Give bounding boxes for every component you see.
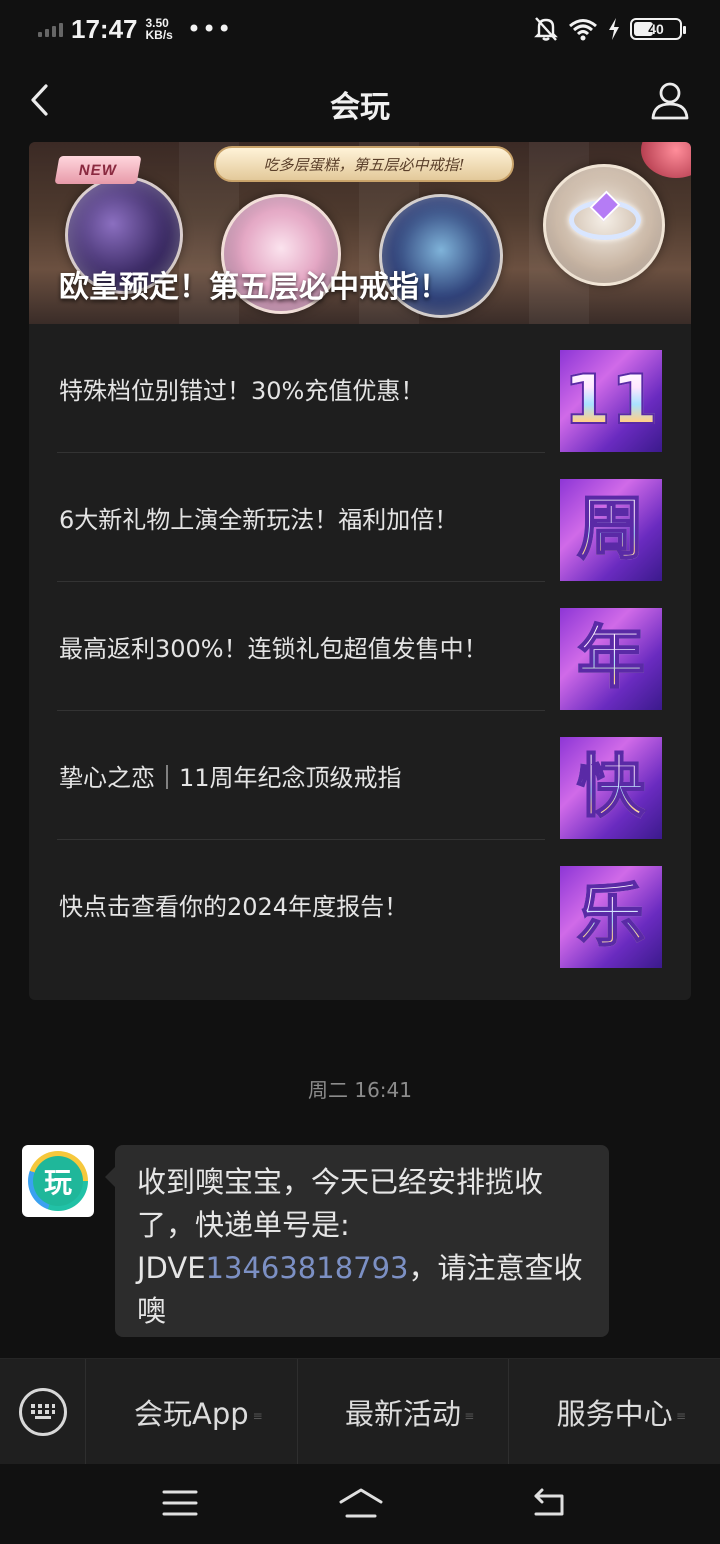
title-bar: 会玩	[0, 62, 720, 138]
submenu-icon: ≡	[464, 1408, 475, 1423]
back-nav-icon[interactable]	[530, 1486, 570, 1520]
banner-ribbon: 吃多层蛋糕，第五层必中戒指!	[214, 146, 514, 182]
submenu-icon: ≡	[675, 1408, 687, 1423]
tracking-number-link[interactable]: 13463818793	[206, 1251, 409, 1285]
message-line: 了，快递单号是:	[137, 1208, 350, 1242]
news-item-thumbnail: 周	[560, 479, 662, 581]
message-timestamp: 周二 16:41	[308, 1078, 412, 1102]
menu-item-latest-events[interactable]: 最新活动 ≡	[298, 1358, 510, 1465]
message-line: 噢	[137, 1294, 167, 1328]
profile-icon[interactable]	[648, 78, 692, 122]
network-speed: 3.50 KB/s	[145, 16, 173, 42]
news-item[interactable]: 挚心之恋｜11周年纪念顶级戒指 快	[29, 711, 691, 840]
status-bar: 17:47 3.50 KB/s ••• 40	[0, 0, 720, 58]
message-bubble[interactable]: 收到噢宝宝，今天已经安排揽收 了，快递单号是: JDVE13463818793，…	[105, 1145, 609, 1337]
news-item-thumbnail: 年	[560, 608, 662, 710]
system-nav-bar	[0, 1464, 720, 1544]
battery-level: 40	[648, 21, 664, 37]
news-item[interactable]: 6大新礼物上演全新玩法！福利加倍！ 周	[29, 453, 691, 582]
news-item[interactable]: 快点击查看你的2024年度报告！ 乐	[29, 840, 691, 969]
keyboard-icon	[18, 1387, 67, 1436]
news-item-title: 挚心之恋｜11周年纪念顶级戒指	[59, 764, 402, 792]
news-item[interactable]: 最高返利300%！连锁礼包超值发售中！ 年	[29, 582, 691, 711]
submenu-icon: ≡	[252, 1408, 263, 1423]
avatar-text: 玩	[33, 1156, 83, 1206]
more-notifications-icon: •••	[186, 15, 233, 43]
news-item-title: 快点击查看你的2024年度报告！	[59, 893, 409, 921]
menu-item-service-center[interactable]: 服务中心 ≡	[509, 1359, 720, 1465]
mute-bell-icon	[534, 17, 558, 41]
new-badge: NEW	[54, 156, 142, 184]
wifi-icon	[569, 19, 597, 41]
page-title: 会玩	[330, 90, 390, 125]
status-time: 17:47	[71, 13, 138, 44]
news-item[interactable]: 特殊档位别错过！30%充值优惠！ 11	[29, 324, 691, 453]
news-banner[interactable]: 吃多层蛋糕，第五层必中戒指! NEW 欧皇预定！第五层必中戒指！	[29, 142, 691, 324]
news-item-thumbnail: 快	[560, 737, 662, 839]
charging-icon	[609, 18, 619, 40]
recent-apps-icon[interactable]	[160, 1486, 200, 1520]
news-item-title: 最高返利300%！连锁礼包超值发售中！	[59, 635, 488, 663]
signal-icon	[38, 21, 63, 37]
news-item-title: 特殊档位别错过！30%充值优惠！	[59, 377, 425, 405]
message-line: 收到噢宝宝，今天已经安排揽收	[137, 1165, 544, 1199]
news-item-title: 6大新礼物上演全新玩法！福利加倍！	[59, 506, 459, 534]
battery-icon: 40	[630, 18, 686, 40]
news-item-thumbnail: 11	[560, 350, 662, 452]
message-text: ，请注意查收	[408, 1251, 583, 1285]
banner-headline: 欧皇预定！第五层必中戒指！	[59, 270, 449, 305]
menu-item-huiwan-app[interactable]: 会玩App ≡	[86, 1358, 298, 1465]
account-avatar[interactable]: 玩	[22, 1145, 94, 1217]
news-item-thumbnail: 乐	[560, 866, 662, 968]
news-card: 吃多层蛋糕，第五层必中戒指! NEW 欧皇预定！第五层必中戒指！ 特殊档位别错过…	[29, 142, 691, 1000]
home-icon[interactable]	[338, 1486, 384, 1520]
keyboard-toggle-button[interactable]	[0, 1358, 86, 1465]
tracking-prefix: JDVE	[137, 1251, 206, 1285]
message-line: JDVE13463818793，请注意查收	[137, 1247, 587, 1290]
service-menu-bar: 会玩App ≡ 最新活动 ≡ 服务中心 ≡	[0, 1358, 720, 1465]
